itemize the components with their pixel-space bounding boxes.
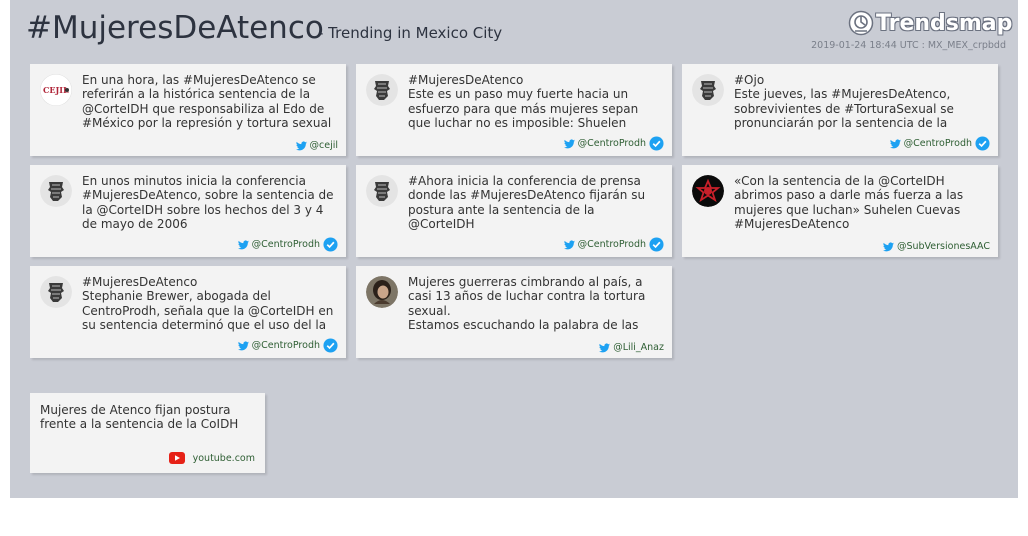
tweet-card[interactable]: #MujeresDeAtenco Este es un paso muy fuer…	[356, 64, 672, 156]
tweet-card[interactable]: #MujeresDeAtenco Stephanie Brewer, abogad…	[30, 266, 346, 358]
avatar[interactable]	[366, 276, 398, 308]
centroprodh-logo-icon	[40, 175, 72, 207]
twitter-icon	[237, 239, 249, 249]
page-subtitle: - Trending in Mexico City	[318, 24, 503, 42]
tweet-author[interactable]: @CentroProdh	[889, 136, 990, 151]
tweet-handle: @SubVersionesAAC	[896, 241, 990, 252]
verified-badge-icon	[649, 136, 664, 151]
tweet-author[interactable]: @cejil	[295, 140, 339, 151]
twitter-icon	[295, 140, 307, 150]
tweet-handle: @Lili_Anaz	[613, 342, 664, 353]
tweet-text: En una hora, las #MujeresDeAtenco se refe…	[82, 73, 332, 130]
tweet-card[interactable]: «Con la sentencia de la @CorteIDH abrimos…	[682, 165, 998, 257]
verified-badge-icon	[323, 338, 338, 353]
twitter-icon	[563, 138, 575, 148]
avatar[interactable]	[40, 175, 72, 207]
video-source[interactable]: youtube.com	[168, 452, 255, 464]
tweet-text: «Con la sentencia de la @CorteIDH abrimos…	[734, 174, 964, 231]
timestamp-location: 2019-01-24 18:44 UTC : MX_MEX_crpbdd	[811, 40, 1006, 51]
tweet-card[interactable]: #Ahora inicia la conferencia de prensa do…	[356, 165, 672, 257]
tweet-author[interactable]: @CentroProdh	[563, 237, 664, 252]
twitter-icon	[563, 239, 575, 249]
centroprodh-logo-icon	[366, 74, 398, 106]
twitter-icon	[882, 241, 894, 251]
tweet-text: #MujeresDeAtenco Este es un paso muy fuer…	[408, 73, 639, 130]
tweet-handle: @CentroProdh	[251, 239, 320, 250]
verified-badge-icon	[323, 237, 338, 252]
tweet-handle: @cejil	[309, 140, 339, 151]
centroprodh-logo-icon	[692, 74, 724, 106]
tweet-text: En unos minutos inicia la conferencia #Mu…	[82, 174, 334, 231]
tweet-card[interactable]: #Ojo Este jueves, las #MujeresDeAtenco, so…	[682, 64, 998, 156]
tweet-text: #Ahora inicia la conferencia de prensa do…	[408, 174, 646, 231]
tweet-author[interactable]: @SubVersionesAAC	[882, 241, 990, 252]
avatar[interactable]	[366, 74, 398, 106]
tweet-author[interactable]: @CentroProdh	[237, 237, 338, 252]
tweet-handle: @CentroProdh	[577, 239, 646, 250]
twitter-icon	[599, 342, 611, 352]
trendsmap-logo[interactable]: Trendsmap	[848, 6, 1012, 40]
tweet-card[interactable]: En unos minutos inicia la conferencia #Mu…	[30, 165, 346, 257]
cejil-logo-icon: CEJIL	[40, 74, 72, 106]
page-title: #MujeresDeAtenco	[26, 10, 324, 46]
trendsmap-icon	[848, 10, 874, 36]
tweet-text: Mujeres guerreras cimbrando al país, a ca…	[408, 275, 646, 332]
avatar[interactable]: CEJIL	[40, 74, 72, 106]
avatar[interactable]	[692, 74, 724, 106]
tweet-author[interactable]: @CentroProdh	[237, 338, 338, 353]
youtube-icon	[168, 452, 185, 464]
twitter-icon	[889, 138, 901, 148]
avatar[interactable]	[40, 276, 72, 308]
tweet-text: #MujeresDeAtenco Stephanie Brewer, abogad…	[82, 275, 334, 332]
avatar[interactable]	[366, 175, 398, 207]
user-photo-icon	[366, 276, 398, 308]
centroprodh-logo-icon	[40, 276, 72, 308]
tweet-handle: @CentroProdh	[903, 138, 972, 149]
tweet-author[interactable]: @Lili_Anaz	[599, 342, 664, 353]
verified-badge-icon	[649, 237, 664, 252]
tweet-card[interactable]: CEJIL En una hora, las #MujeresDeAtenco …	[30, 64, 346, 156]
tweet-card[interactable]: Mujeres guerreras cimbrando al país, a ca…	[356, 266, 672, 358]
video-source-label: youtube.com	[192, 452, 255, 464]
verified-badge-icon	[975, 136, 990, 151]
centroprodh-logo-icon	[366, 175, 398, 207]
video-card[interactable]: Mujeres de Atenco fijan postura frente a …	[30, 393, 265, 473]
trendsmap-wordmark: Trendsmap	[876, 10, 1013, 36]
tweet-text: #Ojo Este jueves, las #MujeresDeAtenco, so…	[734, 73, 954, 130]
tweet-handle: @CentroProdh	[251, 340, 320, 351]
avatar[interactable]	[692, 175, 724, 207]
tweet-handle: @CentroProdh	[577, 138, 646, 149]
tweet-author[interactable]: @CentroProdh	[563, 136, 664, 151]
subversiones-logo-icon	[692, 175, 724, 207]
twitter-icon	[237, 340, 249, 350]
video-title: Mujeres de Atenco fijan postura frente a …	[40, 403, 239, 432]
